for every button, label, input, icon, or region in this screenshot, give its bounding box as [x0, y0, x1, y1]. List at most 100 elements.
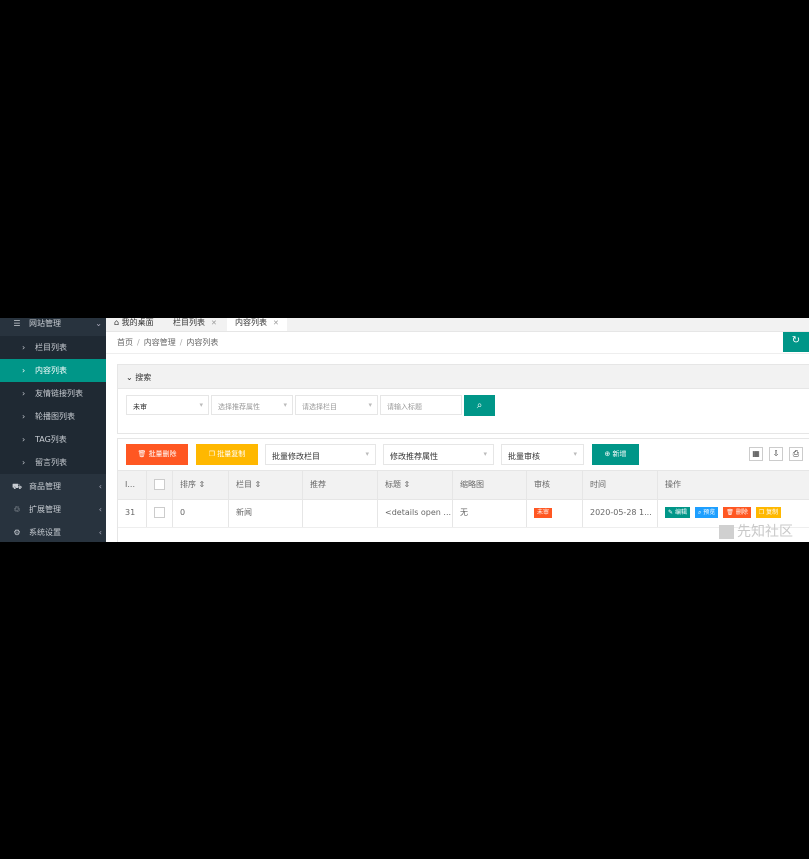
- caret-down-icon: ▾: [199, 401, 203, 409]
- batch-copy-button[interactable]: ❐ 批量复制: [196, 444, 258, 465]
- chevron-right-icon: ›: [22, 366, 26, 375]
- batch-review-select[interactable]: 批量审核 ▾: [501, 444, 584, 465]
- chevron-right-icon: ›: [22, 389, 26, 398]
- chevron-right-icon: ›: [22, 343, 26, 352]
- breadcrumb-home[interactable]: 首页: [117, 338, 133, 347]
- cell-title: <details open ...: [378, 499, 453, 527]
- sidebar-group-site[interactable]: ☰ 网站管理 ⌄: [0, 318, 106, 335]
- watermark-logo-icon: [719, 525, 734, 539]
- tab-content[interactable]: 内容列表 ✕: [227, 318, 287, 331]
- sidebar-item-tags[interactable]: › TAG列表: [0, 428, 106, 451]
- recommend-select[interactable]: 选择推荐属性 ▾: [211, 395, 293, 415]
- trash-icon: 🗑: [137, 450, 147, 458]
- content-table-box: 🗑 批量删除 ❐ 批量复制 批量修改栏目 ▾ 修改推荐属性 ▾ 批量审核 ▾ ⊕ 新增…: [117, 438, 809, 542]
- cell-review: 未审: [527, 499, 583, 527]
- sidebar-item-columns[interactable]: › 栏目列表: [0, 336, 106, 359]
- breadcrumb: 首页 / 内容管理 / 内容列表: [117, 338, 219, 347]
- settings-icon: ⚙: [13, 528, 21, 537]
- modify-recommend-select[interactable]: 修改推荐属性 ▾: [383, 444, 494, 465]
- search-icon: ⌕: [697, 509, 702, 516]
- plus-circle-icon: ⊕: [604, 450, 611, 458]
- row-checkbox[interactable]: [154, 507, 165, 518]
- breadcrumb-content-list: 内容列表: [186, 338, 219, 347]
- columns-filter-icon[interactable]: ▦: [749, 447, 763, 461]
- table-header: I... 排序 ⇕ 栏目 ⇕ 推荐 标题 ⇕ 缩略图 审核 时间 操作: [118, 470, 809, 500]
- cart-icon: ⛟: [12, 482, 23, 491]
- header-thumb: 缩略图: [453, 471, 527, 499]
- column-select[interactable]: 请选择栏目 ▾: [295, 395, 378, 415]
- add-button[interactable]: ⊕ 新增: [592, 444, 639, 465]
- sidebar-item-content[interactable]: › 内容列表: [0, 359, 106, 382]
- preview-button[interactable]: ⌕ 预览: [694, 507, 719, 518]
- chevron-left-icon: ‹: [98, 528, 102, 537]
- sort-icon: ⇕: [403, 480, 411, 489]
- admin-app: ☰ 网站管理 ⌄ › 栏目列表 › 内容列表 › 友情链接列表 › 轮播图列表 …: [0, 318, 809, 542]
- status-select[interactable]: 未审 ▾: [126, 395, 209, 415]
- refresh-button[interactable]: ↻: [783, 332, 809, 352]
- tab-columns[interactable]: 栏目列表 ✕: [173, 318, 217, 331]
- caret-down-icon: ▾: [368, 401, 372, 409]
- copy-icon: ❐: [208, 450, 216, 458]
- edit-button[interactable]: ✎ 编辑: [665, 507, 690, 518]
- header-title[interactable]: 标题 ⇕: [378, 471, 453, 499]
- header-recommend: 推荐: [303, 471, 378, 499]
- chevron-down-icon: ⌄: [126, 373, 133, 382]
- close-icon[interactable]: ✕: [273, 319, 279, 327]
- breadcrumb-content-manage[interactable]: 内容管理: [144, 338, 176, 347]
- sidebar-item-links[interactable]: › 友情链接列表: [0, 382, 106, 405]
- caret-down-icon: ▾: [283, 401, 287, 409]
- caret-down-icon: ▾: [573, 450, 577, 458]
- chevron-up-icon: ⌄: [95, 319, 102, 328]
- extension-icon: ♲: [13, 505, 21, 514]
- cell-time: 2020-05-28 1...: [583, 499, 658, 527]
- table-row: 31 0 新闻 <details open ... 无 未审 2020-05-2…: [118, 499, 809, 528]
- header-id[interactable]: I...: [118, 471, 147, 499]
- search-title: 搜索: [135, 373, 152, 382]
- sidebar-group-goods[interactable]: ⛟ 商品管理 ‹: [0, 476, 106, 498]
- sort-icon: ⇕: [198, 480, 206, 489]
- cell-column: 新闻: [229, 499, 303, 527]
- cell-thumb: 无: [453, 499, 527, 527]
- refresh-icon: ↻: [791, 335, 801, 346]
- copy-icon: ❐: [758, 509, 765, 516]
- copy-button[interactable]: ❐ 复制: [755, 507, 782, 518]
- review-status-badge[interactable]: 未审: [534, 507, 553, 518]
- header-review: 审核: [527, 471, 583, 499]
- search-panel-header[interactable]: ⌄ 搜索: [118, 365, 809, 389]
- caret-down-icon: ▾: [365, 450, 369, 458]
- batch-column-select[interactable]: 批量修改栏目 ▾: [265, 444, 376, 465]
- chevron-left-icon: ‹: [98, 482, 102, 491]
- cell-recommend: [303, 499, 378, 527]
- watermark: 先知社区: [719, 521, 793, 541]
- print-icon[interactable]: ⎙: [789, 447, 803, 461]
- delete-button[interactable]: 🗑 删除: [723, 507, 751, 518]
- sort-icon: ⇕: [254, 480, 262, 489]
- home-icon: ⌂: [114, 318, 120, 327]
- header-time: 时间: [583, 471, 658, 499]
- select-all-checkbox[interactable]: [154, 479, 165, 490]
- sidebar-item-carousel[interactable]: › 轮播图列表: [0, 405, 106, 428]
- chevron-right-icon: ›: [22, 435, 26, 444]
- tab-bar: ⌂ 我的桌面 栏目列表 ✕ 内容列表 ✕: [106, 318, 809, 332]
- cell-select[interactable]: [147, 499, 173, 527]
- search-icon: ⌕: [476, 400, 483, 411]
- caret-down-icon: ▾: [483, 450, 487, 458]
- tab-desktop[interactable]: ⌂ 我的桌面: [114, 318, 154, 331]
- sidebar-group-settings[interactable]: ⚙ 系统设置 ‹: [0, 522, 106, 542]
- search-panel: ⌄ 搜索 未审 ▾ 选择推荐属性 ▾ 请选择栏目 ▾ 请输入标题 ⌕: [117, 364, 809, 434]
- search-button[interactable]: ⌕: [464, 395, 495, 416]
- header-sort[interactable]: 排序 ⇕: [173, 471, 229, 499]
- cell-sort: 0: [173, 499, 229, 527]
- list-icon: ☰: [13, 319, 21, 328]
- header-column[interactable]: 栏目 ⇕: [229, 471, 303, 499]
- sidebar-item-messages[interactable]: › 留言列表: [0, 451, 106, 474]
- chevron-left-icon: ‹: [98, 505, 102, 514]
- trash-icon: 🗑: [726, 509, 734, 516]
- header-select-all[interactable]: [147, 471, 173, 499]
- divider: [106, 353, 809, 354]
- batch-delete-button[interactable]: 🗑 批量删除: [126, 444, 188, 465]
- title-search-input[interactable]: 请输入标题: [380, 395, 462, 415]
- sidebar-group-extension[interactable]: ♲ 扩展管理 ‹: [0, 499, 106, 521]
- close-icon[interactable]: ✕: [211, 319, 217, 327]
- export-icon[interactable]: ⇩: [769, 447, 783, 461]
